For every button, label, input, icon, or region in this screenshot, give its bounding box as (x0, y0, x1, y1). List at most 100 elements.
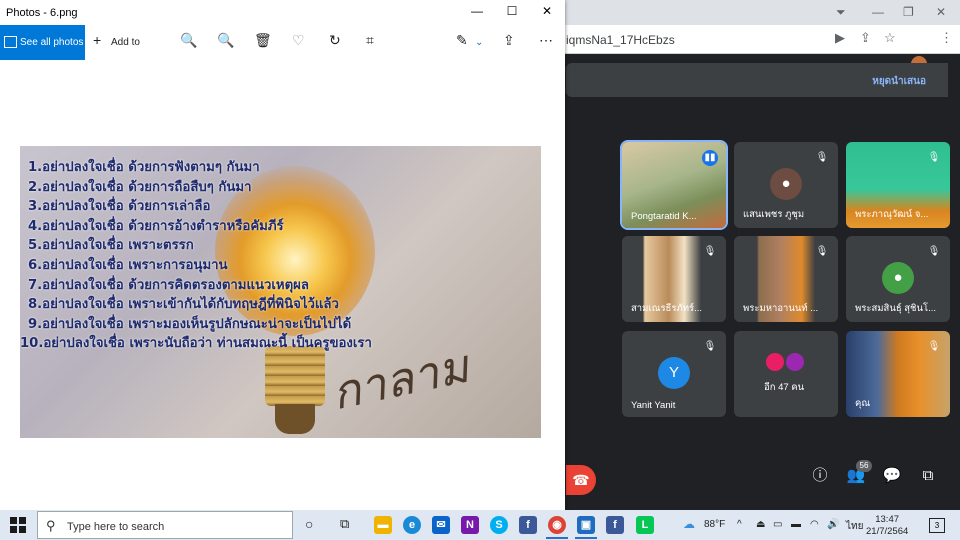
battery-icon[interactable]: ▬ (791, 519, 801, 530)
share-icon[interactable]: ⇪ (503, 32, 515, 49)
url-text[interactable]: iqmsNa1_17HcEbzs (566, 33, 675, 47)
activities-icon[interactable]: ⧉ (917, 465, 939, 487)
more-options-icon[interactable]: ⋯ (539, 32, 553, 49)
close-icon[interactable]: ✕ (936, 5, 946, 19)
list-item: 10.อย่าปลงใจเชื่อ เพราะนับถือว่า ท่านสมณ… (20, 336, 372, 352)
favorite-icon[interactable]: ♡ (292, 32, 305, 49)
see-all-photos-button[interactable]: See all photos (0, 25, 85, 60)
chevron-down-icon[interactable]: ⌄ (475, 37, 483, 48)
info-icon[interactable]: ⓘ (809, 465, 831, 487)
time: 13:47 (875, 514, 900, 525)
avatar: ● (770, 168, 802, 200)
participant-tile[interactable]: 🎙 คุณ (846, 331, 950, 417)
participant-tile[interactable]: 🎙 ● พระสมสินธุ์ สุชินโ... (846, 236, 950, 322)
window-title: Photos - 6.png (6, 7, 78, 19)
participant-name: Yanit Yanit (631, 400, 676, 411)
chrome-profile-menu-icon[interactable]: ⏷ (836, 5, 846, 20)
add-to-button[interactable]: Add to (111, 37, 140, 48)
windows-start-icon[interactable] (10, 517, 26, 533)
facebook-icon[interactable]: f (606, 516, 624, 534)
participant-count-badge: 56 (856, 460, 872, 472)
chrome-icon[interactable]: ◉ (548, 516, 566, 534)
list-item: 8.อย่าปลงใจเชื่อ เพราะเข้ากันได้กับทฤษฎี… (28, 297, 339, 313)
mic-off-icon: 🎙 (927, 341, 941, 352)
maximize-icon[interactable]: ☐ (502, 4, 522, 18)
add-icon[interactable]: + (93, 32, 101, 48)
mic-off-icon: 🎙 (703, 341, 717, 352)
speaking-icon: ▮▮ (702, 150, 718, 166)
share-icon[interactable]: ⇪ (860, 30, 871, 46)
date: 21/7/2564 (866, 526, 909, 537)
avatar: ● (882, 262, 914, 294)
image-icon (4, 36, 17, 48)
participant-name: พระมหาอานนท์ ... (743, 303, 819, 314)
photos-titlebar: Photos - 6.png — ☐ ✕ (0, 0, 565, 25)
mic-off-icon: 🎙 (927, 152, 941, 163)
camera-icon[interactable]: ▶ (835, 30, 845, 46)
presentation-bar: หยุดนำเสนอ (566, 63, 948, 97)
volume-icon[interactable]: 🔊 (827, 519, 839, 530)
participant-tile[interactable]: 🎙 พระมหาอานนท์ ... (734, 236, 838, 322)
avatar (766, 353, 784, 371)
participant-tile[interactable]: ▮▮ Pongtaratid K... (620, 140, 728, 230)
participant-tile[interactable]: 🎙 ● แสนเพชร ภูชุม (734, 142, 838, 228)
delete-icon[interactable]: 🗑 (254, 32, 272, 49)
onenote-icon[interactable]: N (461, 516, 479, 534)
cortana-icon[interactable]: ○ (305, 516, 313, 532)
minimize-icon[interactable]: — (872, 5, 884, 19)
participant-tile[interactable]: 🎙 สามเณรธีรภัทร์... (622, 236, 726, 322)
active-app-indicator (575, 537, 597, 539)
language-indicator[interactable]: ไทย (846, 519, 863, 534)
displayed-image: 1.อย่าปลงใจเชื่อ ด้วยการฟังตามๆ กันมา 2.… (20, 146, 541, 438)
taskbar: ⚲ Type here to search ○ ⧉ ▬ e ✉ N S f ◉ … (0, 510, 960, 540)
crop-icon[interactable]: ⌗ (366, 32, 374, 49)
rotate-icon[interactable]: ↻ (329, 32, 341, 49)
participant-tile[interactable]: 🎙 Y Yanit Yanit (622, 331, 726, 417)
skype-icon[interactable]: S (490, 516, 508, 534)
task-view-icon[interactable]: ⧉ (340, 516, 349, 532)
end-call-button[interactable]: ☎ (566, 465, 596, 495)
clock[interactable]: 13:47 21/7/2564 (866, 514, 908, 538)
mic-off-icon: 🎙 (927, 246, 941, 257)
list-item: 5.อย่าปลงใจเชื่อ เพราะตรรก (28, 238, 194, 254)
wifi-icon[interactable]: ◠ (810, 519, 819, 530)
line-icon[interactable]: L (636, 516, 654, 534)
participant-tile[interactable]: 🎙 พระภาณุวัฒน์ จ... (846, 142, 950, 228)
file-explorer-icon[interactable]: ▬ (374, 516, 392, 534)
menu-dots-icon[interactable]: ⋮ (940, 30, 953, 46)
lightbulb-tip (275, 404, 315, 434)
notification-center-icon[interactable]: 3 (929, 518, 945, 533)
bookmark-star-icon[interactable]: ☆ (884, 30, 896, 46)
search-icon: ⚲ (46, 518, 56, 533)
mail-icon[interactable]: ✉ (432, 516, 450, 534)
kalama-list: 1.อย่าปลงใจเชื่อ ด้วยการฟังตามๆ กันมา 2.… (20, 158, 372, 354)
zoom-out-icon[interactable]: 🔍 (217, 32, 234, 49)
edge-icon[interactable]: e (403, 516, 421, 534)
list-item: 1.อย่าปลงใจเชื่อ ด้วยการฟังตามๆ กันมา (28, 160, 260, 175)
more-participants-label: อีก 47 คน (764, 382, 805, 393)
participant-name: Pongtaratid K... (631, 211, 697, 222)
weather-icon[interactable]: ☁ (683, 517, 695, 531)
list-item: 7.อย่าปลงใจเชื่อ ด้วยการคิดตรองตามแนวเหต… (28, 277, 309, 293)
chat-icon[interactable]: 💬 (881, 465, 903, 487)
mic-off-icon: 🎙 (815, 152, 829, 163)
participant-name: สามเณรธีรภัทร์... (631, 303, 703, 314)
weather-temp[interactable]: 88°F (704, 519, 725, 530)
stop-presenting-button[interactable]: หยุดนำเสนอ (872, 74, 926, 89)
more-participants-tile[interactable]: อีก 47 คน (734, 331, 838, 417)
restore-icon[interactable]: ❐ (903, 5, 914, 19)
edit-icon[interactable]: ✎ (456, 32, 468, 49)
close-icon[interactable]: ✕ (537, 4, 557, 18)
zoom-in-icon[interactable]: 🔍 (180, 32, 197, 49)
usb-icon[interactable]: ⏏ (756, 519, 765, 530)
photos-icon[interactable]: ▣ (577, 516, 595, 534)
taskbar-search-input[interactable]: ⚲ Type here to search (37, 511, 293, 539)
see-all-photos-label: See all photos (20, 37, 84, 48)
mic-off-icon: 🎙 (703, 246, 717, 257)
participant-name: พระสมสินธุ์ สุชินโ... (855, 303, 937, 314)
chevron-up-icon[interactable]: ^ (737, 519, 742, 530)
minimize-icon[interactable]: — (467, 4, 487, 18)
camera-icon[interactable]: ▭ (773, 519, 782, 530)
lightbulb-base (265, 346, 325, 406)
facebook-icon[interactable]: f (519, 516, 537, 534)
